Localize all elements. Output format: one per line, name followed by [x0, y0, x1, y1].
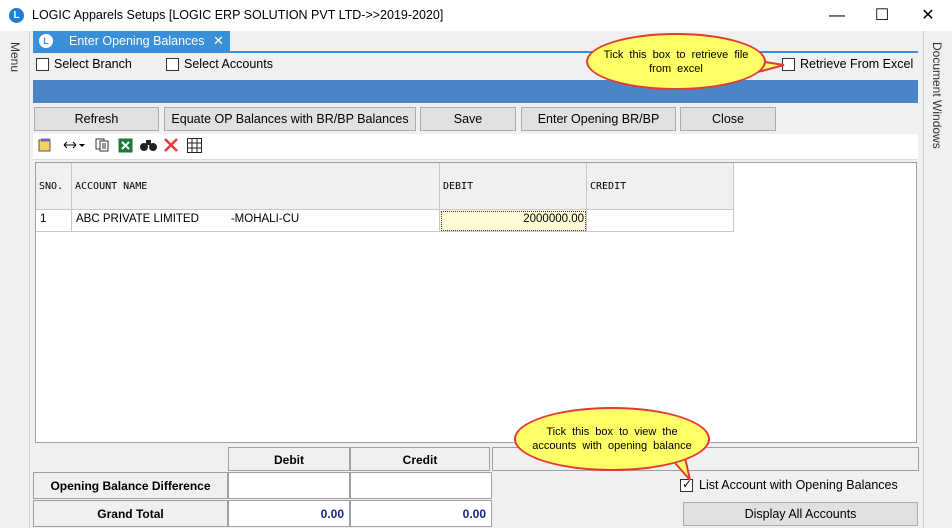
- excel-callout-text: Tick this box to retrieve file from exce…: [603, 48, 749, 75]
- balance-callout: Tick this box to view the accounts with …: [514, 407, 710, 471]
- excel-callout: Tick this box to retrieve file from exce…: [586, 33, 766, 90]
- callout-pointers: [666, 58, 785, 481]
- balance-callout-text: Tick this box to view the accounts with …: [532, 426, 692, 452]
